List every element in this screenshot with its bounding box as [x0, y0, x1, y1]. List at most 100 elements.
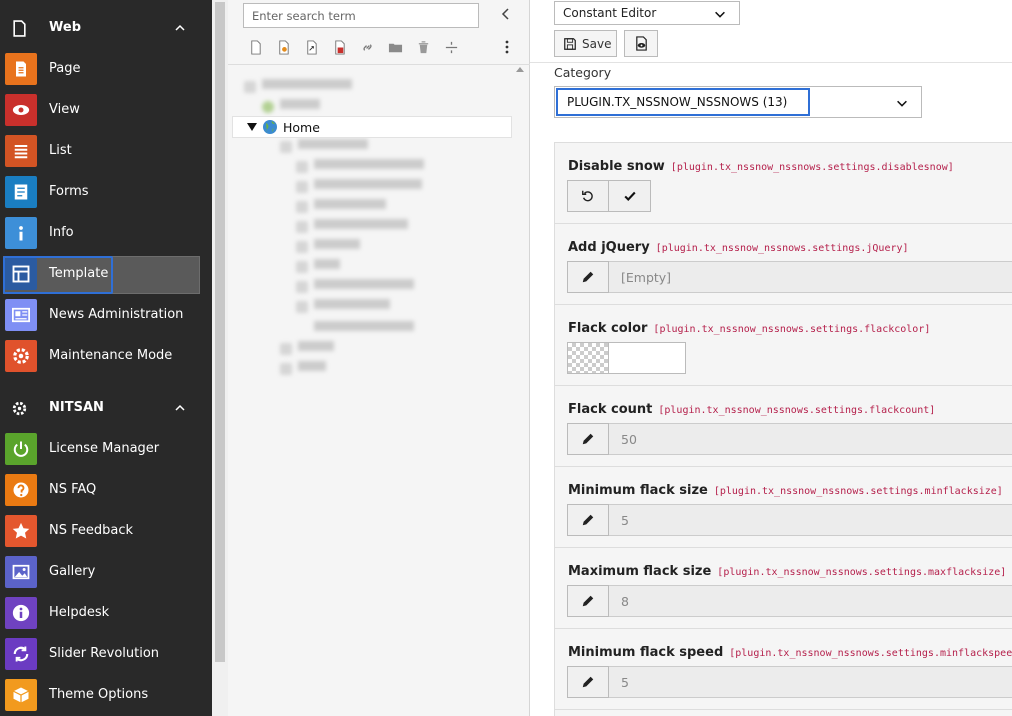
gallery-icon	[5, 556, 37, 588]
section-web[interactable]: Web	[0, 9, 212, 47]
module-label: Page	[49, 61, 81, 76]
save-label: Save	[582, 36, 612, 51]
module-view[interactable]: View	[0, 90, 212, 130]
new-page-user-icon[interactable]	[269, 36, 297, 58]
module-maintenance[interactable]: Maintenance Mode	[0, 336, 212, 376]
constant-value-field[interactable]: 5	[609, 504, 1012, 536]
constant-value-field[interactable]: 50	[609, 423, 1012, 455]
module-list[interactable]: List	[0, 131, 212, 171]
text-field-group: 50	[567, 423, 1012, 456]
constant-key: [plugin.tx_nssnow_nssnows.settings.maxfl…	[717, 567, 1007, 578]
category-label: Category	[554, 65, 612, 80]
shortcut-page-icon[interactable]	[297, 36, 325, 58]
constant-label: Flack count	[568, 402, 653, 417]
constant-key: [plugin.tx_nssnow_nssnows.settings.jQuer…	[655, 243, 909, 254]
module-theme-options[interactable]: Theme Options	[0, 675, 212, 715]
category-value: PLUGIN.TX_NSSNOW_NSSNOWS (13)	[567, 95, 788, 109]
constant-key: [plugin.tx_nssnow_nssnows.settings.flack…	[658, 405, 936, 416]
tree-search-input[interactable]: Enter search term	[243, 3, 479, 28]
undo-icon	[582, 190, 593, 202]
color-swatch[interactable]	[567, 342, 609, 374]
chevron-down-icon	[897, 100, 907, 107]
constant-row: Flack color [plugin.tx_nssnow_nssnows.set…	[555, 305, 1012, 386]
module-label: Theme Options	[49, 687, 149, 702]
constant-label: Minimum flack speed	[568, 645, 724, 660]
edit-button[interactable]	[567, 261, 609, 293]
module-ns-faq[interactable]: NS FAQ	[0, 470, 212, 510]
power-icon	[5, 433, 37, 465]
maintenance-icon	[5, 340, 37, 372]
list-icon	[5, 135, 37, 167]
news-icon	[5, 299, 37, 331]
trash-icon[interactable]	[409, 36, 437, 58]
section-nitsan[interactable]: NITSAN	[0, 389, 212, 427]
constant-value-field[interactable]: 8	[609, 585, 1012, 617]
module-label: List	[49, 143, 72, 158]
edit-button[interactable]	[567, 666, 609, 698]
text-field-group: 5	[567, 504, 1012, 537]
page-tree: Home	[228, 64, 530, 716]
constant-row: Maximum flack size [plugin.tx_nssnow_nssn…	[555, 548, 1012, 629]
module-slider-revolution[interactable]: Slider Revolution	[0, 634, 212, 674]
module-gallery[interactable]: Gallery	[0, 552, 212, 592]
color-field-group	[567, 342, 686, 375]
edit-button[interactable]	[567, 423, 609, 455]
divider-icon[interactable]	[437, 36, 465, 58]
chevron-left-icon[interactable]	[498, 6, 514, 22]
box-icon	[5, 679, 37, 711]
chevron-up-icon[interactable]	[172, 20, 188, 36]
checkbox-toggle[interactable]	[609, 180, 651, 212]
external-link-page-icon[interactable]	[325, 36, 353, 58]
eye-icon	[5, 94, 37, 126]
module-license-manager[interactable]: License Manager	[0, 429, 212, 469]
module-page[interactable]: Page	[0, 49, 212, 89]
constant-label: Add jQuery	[568, 240, 650, 255]
edit-button[interactable]	[567, 504, 609, 536]
text-field-group: [Empty]	[567, 261, 1012, 294]
module-forms[interactable]: Forms	[0, 172, 212, 212]
reset-button[interactable]	[567, 180, 609, 212]
module-helpdesk[interactable]: Helpdesk	[0, 593, 212, 633]
module-label: Slider Revolution	[49, 646, 160, 661]
sidebar-scrollbar[interactable]	[212, 0, 228, 716]
constant-key: [plugin.tx_nssnow_nssnows.settings.flack…	[653, 324, 931, 335]
select-value: Constant Editor	[563, 6, 657, 20]
tree-node-home[interactable]: Home	[232, 116, 512, 138]
scroll-up-icon[interactable]	[516, 66, 524, 72]
constant-row: Minimum flack speed [plugin.tx_nssnow_nss…	[555, 629, 1012, 710]
color-value-field[interactable]	[609, 342, 686, 374]
focus-outline	[3, 256, 113, 294]
page-icon	[5, 53, 37, 85]
view-page-button[interactable]	[624, 30, 658, 57]
scrollbar-thumb[interactable]	[215, 2, 225, 662]
module-function-select[interactable]: Constant Editor	[554, 1, 740, 25]
checkbox-group	[567, 180, 651, 213]
link-icon[interactable]	[353, 36, 381, 58]
chevron-up-icon[interactable]	[172, 400, 188, 416]
constant-row: Flack count [plugin.tx_nssnow_nssnows.set…	[555, 386, 1012, 467]
save-button[interactable]: Save	[554, 30, 617, 57]
gear-icon	[12, 401, 27, 416]
check-icon	[623, 191, 636, 202]
tree-scrollbar[interactable]	[513, 64, 527, 716]
globe-icon	[263, 120, 277, 134]
caret-down-icon[interactable]	[247, 122, 257, 132]
module-news[interactable]: News Administration	[0, 295, 212, 335]
more-options-icon[interactable]	[499, 38, 515, 56]
edit-button[interactable]	[567, 585, 609, 617]
module-info[interactable]: Info	[0, 213, 212, 253]
folder-icon[interactable]	[381, 36, 409, 58]
new-page-icon[interactable]	[241, 36, 269, 58]
star-icon	[5, 515, 37, 547]
module-label: Gallery	[49, 564, 96, 579]
module-ns-feedback[interactable]: NS Feedback	[0, 511, 212, 551]
constant-label: Disable snow	[568, 159, 665, 174]
file-icon	[13, 20, 26, 37]
category-select[interactable]: PLUGIN.TX_NSSNOW_NSSNOWS (13)	[554, 86, 922, 118]
pencil-icon	[582, 271, 594, 283]
constant-value-field[interactable]: [Empty]	[609, 261, 1012, 293]
section-label-nitsan: NITSAN	[49, 400, 104, 415]
constant-value-field[interactable]: 5	[609, 666, 1012, 698]
module-template[interactable]: Template	[0, 254, 212, 294]
helpdesk-icon	[5, 597, 37, 629]
